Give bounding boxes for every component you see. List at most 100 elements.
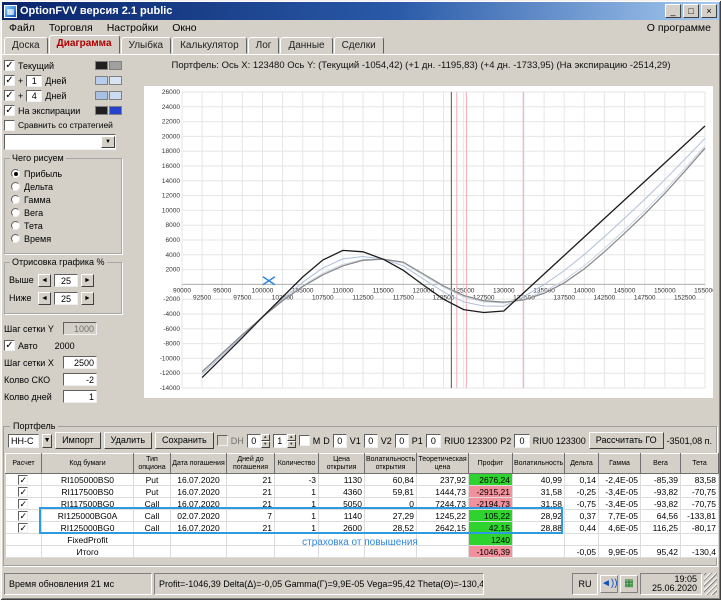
column-header[interactable]: Дельта <box>565 454 599 474</box>
column-header[interactable]: Профит <box>469 454 513 474</box>
maximize-button[interactable]: □ <box>683 4 699 18</box>
menu-item-Настройки[interactable]: Настройки <box>100 21 166 35</box>
range-above-value[interactable]: 25 <box>54 274 78 287</box>
sko-input[interactable]: -2 <box>63 373 97 386</box>
tab-Калькулятор[interactable]: Калькулятор <box>172 37 247 54</box>
delete-button[interactable]: Удалить <box>104 432 152 449</box>
save-button[interactable]: Сохранить <box>155 432 214 449</box>
plus1-color-2[interactable] <box>109 76 122 85</box>
keyboard-layout-indicator[interactable]: RU <box>572 573 598 595</box>
tray-app-icon[interactable]: ▦ <box>620 575 638 593</box>
range-below-increase-button[interactable]: ► <box>81 292 94 305</box>
column-header[interactable]: Вега <box>641 454 681 474</box>
radio-option-Гамма[interactable]: Гамма <box>11 193 117 206</box>
table-row[interactable]: ✓RI117500BG0Call16.07.2020211505007244,7… <box>6 498 719 510</box>
column-header[interactable]: Волатильность <box>513 454 565 474</box>
range-below-value[interactable]: 25 <box>54 292 78 305</box>
v2-input[interactable]: 0 <box>395 434 409 448</box>
close-button[interactable]: × <box>701 4 717 18</box>
grid-y-input[interactable]: 1000 <box>63 322 97 335</box>
menu-item-Окно[interactable]: Окно <box>165 21 203 35</box>
menu-item-Торговля[interactable]: Торговля <box>42 21 100 35</box>
strategy-select[interactable]: ▼ <box>4 134 116 150</box>
import-button[interactable]: Импорт <box>55 432 100 449</box>
spinner-2[interactable]: 1 ▲▼ <box>273 434 296 448</box>
calc-go-button[interactable]: Рассчитать ГО <box>589 432 664 449</box>
m-checkbox[interactable] <box>299 435 310 446</box>
compare-strategy-checkbox[interactable] <box>4 120 15 131</box>
row-checkbox[interactable]: ✓ <box>18 487 28 497</box>
row-checkbox[interactable]: ✓ <box>18 499 28 509</box>
tab-Сделки[interactable]: Сделки <box>334 37 384 54</box>
titlebar[interactable]: ▦ OptionFVV версия 2.1 public _ □ × <box>2 2 719 20</box>
minimize-button[interactable]: _ <box>665 4 681 18</box>
table-row[interactable]: Итого-1046,39-0,059,9E-0595,42-130,4 <box>6 546 719 558</box>
auto-checkbox[interactable]: ✓ <box>4 340 15 351</box>
plus1-color-1[interactable] <box>95 76 108 85</box>
column-header[interactable]: Цена открытия <box>319 454 365 474</box>
table-row[interactable]: FixedProfit1240 <box>6 534 719 546</box>
radio-option-Дельта[interactable]: Дельта <box>11 180 117 193</box>
column-header[interactable]: Расчет <box>6 454 42 474</box>
menu-item-Файл[interactable]: Файл <box>2 21 42 35</box>
column-header[interactable]: Тип опциона <box>134 454 171 474</box>
spinner-1[interactable]: 0 ▲▼ <box>247 434 270 448</box>
portfolio-select-dropdown[interactable]: ▼ <box>42 434 52 448</box>
column-header[interactable]: Волатильность открытия <box>365 454 417 474</box>
range-above-increase-button[interactable]: ► <box>81 274 94 287</box>
column-header[interactable]: Тета <box>681 454 719 474</box>
plus4-color-2[interactable] <box>109 91 122 100</box>
range-above-decrease-button[interactable]: ◄ <box>38 274 51 287</box>
plus1-days-input[interactable]: 1 <box>26 75 42 87</box>
p1-input[interactable]: 0 <box>426 434 441 448</box>
tab-Лог[interactable]: Лог <box>248 37 280 54</box>
spinner-1-value[interactable]: 0 <box>247 434 261 448</box>
plus4-days-input[interactable]: 4 <box>26 90 42 102</box>
current-color-1[interactable] <box>95 61 108 70</box>
v1-input[interactable]: 0 <box>364 434 378 448</box>
spinner-2-up[interactable]: ▲ <box>287 434 296 441</box>
grid-x-input[interactable]: 2500 <box>63 356 97 369</box>
chevron-down-icon[interactable]: ▼ <box>101 136 115 148</box>
row-checkbox[interactable]: ✓ <box>18 475 28 485</box>
tray-speaker-icon[interactable]: ◄)) <box>600 575 618 593</box>
column-header[interactable]: Код бумаги <box>42 454 134 474</box>
radio-option-Прибыль[interactable]: Прибыль <box>11 167 117 180</box>
radio-option-Время[interactable]: Время <box>11 232 117 245</box>
spinner-2-value[interactable]: 1 <box>273 434 287 448</box>
spinner-1-up[interactable]: ▲ <box>261 434 270 441</box>
portfolio-select[interactable]: HH-C <box>8 434 39 448</box>
tab-Данные[interactable]: Данные <box>280 37 332 54</box>
plus4-checkbox[interactable]: ✓ <box>4 90 15 101</box>
days-count-input[interactable]: 1 <box>63 390 97 403</box>
column-header[interactable]: Количество <box>275 454 319 474</box>
spinner-1-down[interactable]: ▼ <box>261 441 270 448</box>
radio-option-Вега[interactable]: Вега <box>11 206 117 219</box>
plus1-checkbox[interactable]: ✓ <box>4 75 15 86</box>
column-header[interactable]: Гамма <box>599 454 641 474</box>
resize-grip[interactable] <box>704 573 717 595</box>
table-row[interactable]: ✓RI105000BS0Put16.07.202021-3113060,8423… <box>6 474 719 486</box>
expiry-color-1[interactable] <box>95 106 108 115</box>
tab-Доска[interactable]: Доска <box>4 37 48 54</box>
range-below-decrease-button[interactable]: ◄ <box>38 292 51 305</box>
column-header[interactable]: Дата погашения <box>171 454 227 474</box>
expiry-color-2[interactable] <box>109 106 122 115</box>
d-input[interactable]: 0 <box>333 434 347 448</box>
tab-Диаграмма[interactable]: Диаграмма <box>49 35 120 54</box>
plus4-color-1[interactable] <box>95 91 108 100</box>
column-header[interactable]: Теоретическая цена <box>417 454 469 474</box>
current-checkbox[interactable]: ✓ <box>4 60 15 71</box>
spinner-2-down[interactable]: ▼ <box>287 441 296 448</box>
table-row[interactable]: ✓RI125000BG0ACall02.07.202071114027,2912… <box>6 510 719 522</box>
dh-checkbox[interactable] <box>217 435 228 446</box>
row-checkbox[interactable]: ✓ <box>18 523 28 533</box>
p2-input[interactable]: 0 <box>514 434 529 448</box>
current-color-2[interactable] <box>109 61 122 70</box>
radio-option-Тета[interactable]: Тета <box>11 219 117 232</box>
row-checkbox[interactable]: ✓ <box>18 511 28 521</box>
column-header[interactable]: Дней до погашения <box>227 454 275 474</box>
table-row[interactable]: ✓RI117500BS0Put16.07.2020211436059,81144… <box>6 486 719 498</box>
table-row[interactable]: ✓RI125000BG0Call16.07.2020211260028,5226… <box>6 522 719 534</box>
expiry-checkbox[interactable]: ✓ <box>4 105 15 116</box>
